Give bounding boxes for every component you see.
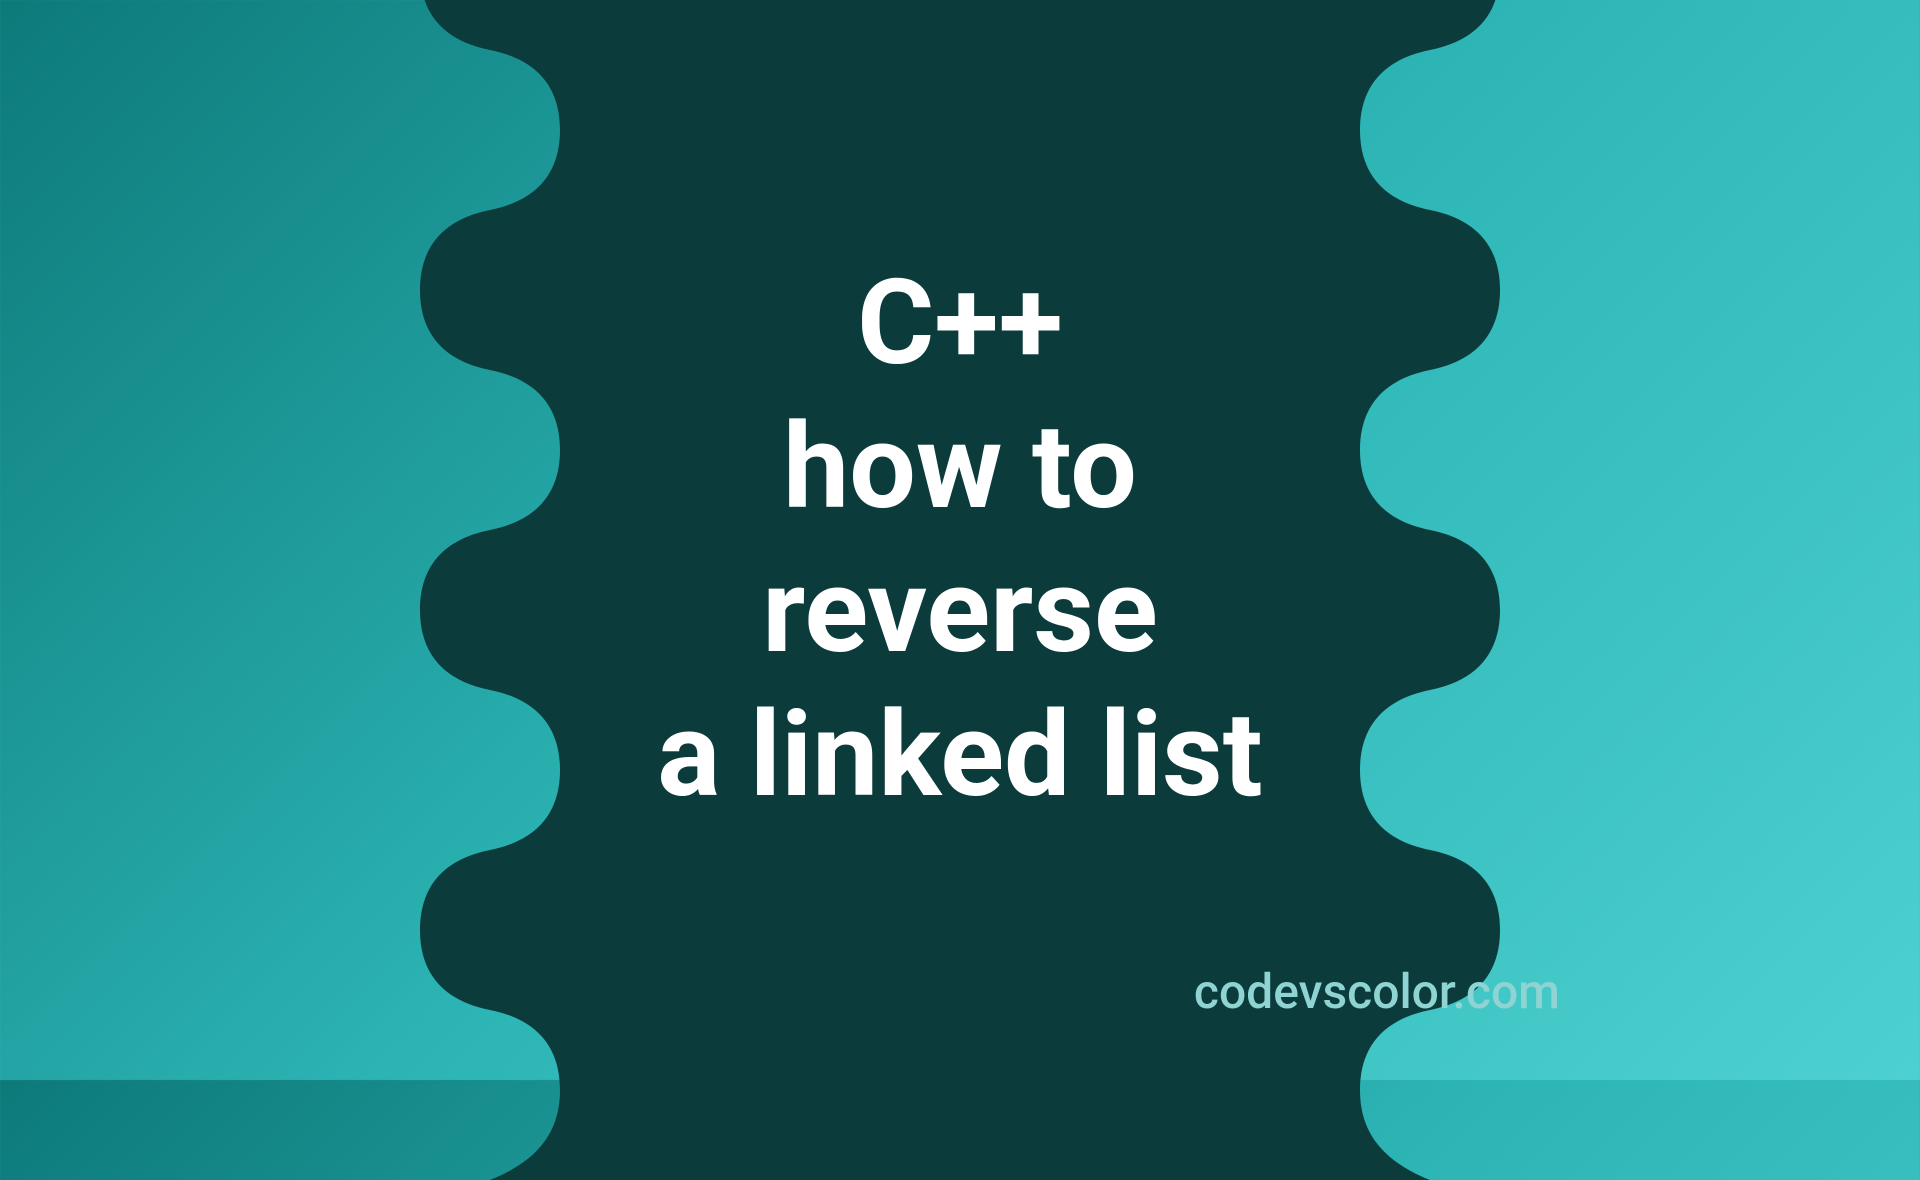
title-line-2: how to xyxy=(783,398,1137,536)
title-line-3: reverse xyxy=(762,542,1157,680)
title-line-1: C++ xyxy=(857,254,1063,392)
title-text: C++ how to reverse a linked list xyxy=(657,252,1262,828)
title-line-4: a linked list xyxy=(657,686,1262,824)
watermark-text: codevscolor.com xyxy=(1194,963,1560,1020)
